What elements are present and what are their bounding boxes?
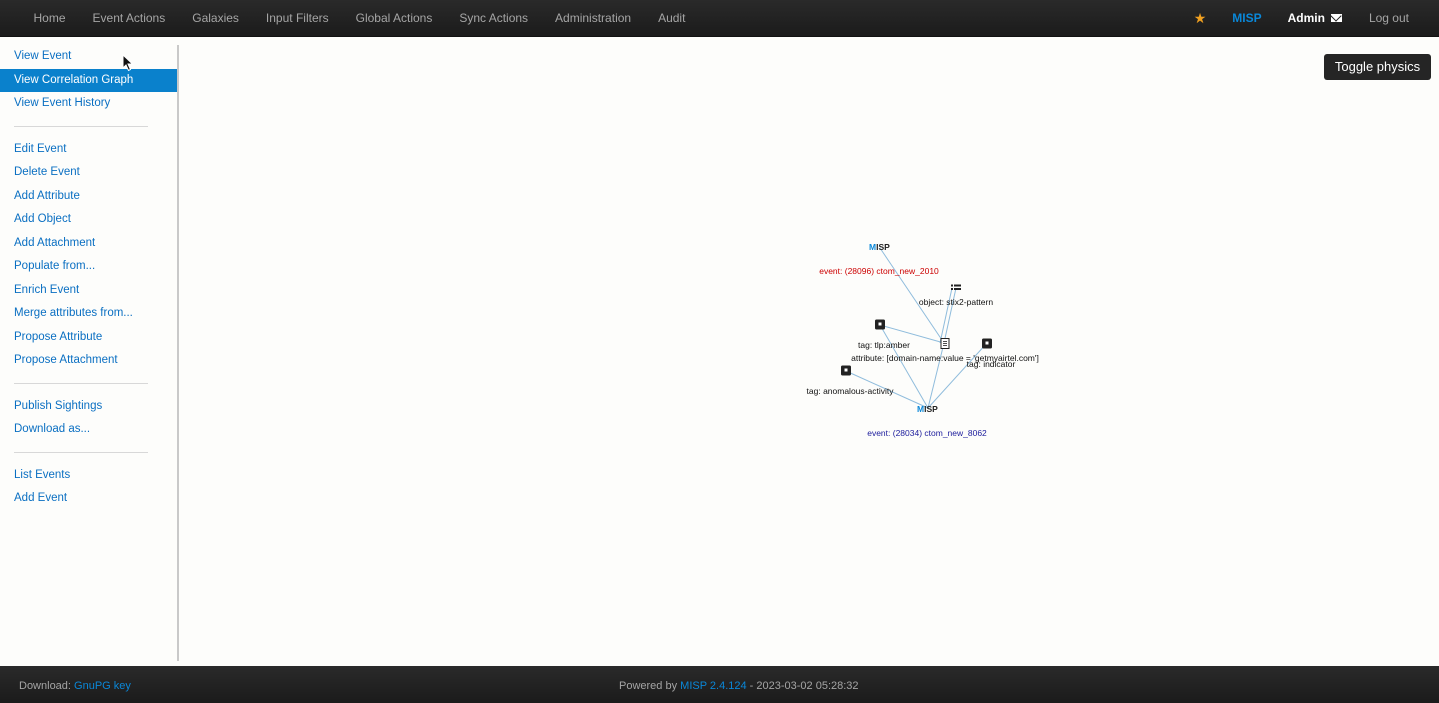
sidebar-item-list-events[interactable]: List Events [0, 464, 177, 488]
sidebar-item-propose-attribute[interactable]: Propose Attribute [0, 326, 177, 350]
event-node-top[interactable]: MISP event: (28096) ctom_new_2010 [819, 242, 939, 276]
object-node-label: object: stix2-pattern [919, 297, 993, 307]
misp-logo-icon: MISP [917, 404, 938, 414]
admin-user-link[interactable]: Admin [1288, 11, 1325, 25]
list-icon [951, 284, 961, 290]
sidebar-item-merge-attributes[interactable]: Merge attributes from... [0, 302, 177, 326]
sidebar-item-populate-from[interactable]: Populate from... [0, 255, 177, 279]
tag-node-label: tag: indicator [967, 359, 1016, 369]
event-node-bottom[interactable]: MISP event: (28034) ctom_new_8062 [867, 404, 987, 438]
sidebar-item-download-as[interactable]: Download as... [0, 418, 177, 442]
mouse-cursor-icon [122, 54, 134, 72]
sidebar-item-enrich-event[interactable]: Enrich Event [0, 279, 177, 303]
footer-powered-by: Powered by MISP 2.4.124 - 2023-03-02 05:… [619, 680, 859, 692]
footer: Download: GnuPG key Powered by MISP 2.4.… [0, 666, 1439, 703]
sidebar-item-view-event-history[interactable]: View Event History [0, 92, 177, 116]
tag-node-tlp-amber[interactable]: tag: tlp:amber [858, 319, 910, 351]
nav-galaxies[interactable]: Galaxies [179, 0, 253, 36]
logout-link[interactable]: Log out [1369, 11, 1409, 25]
sidebar-divider [14, 382, 148, 384]
sidebar-item-add-attachment[interactable]: Add Attachment [0, 232, 177, 256]
footer-download: Download: GnuPG key [19, 680, 131, 692]
tag-node-label: tag: tlp:amber [858, 340, 910, 350]
correlation-graph[interactable]: MISP event: (28096) ctom_new_2010 object… [780, 230, 1080, 450]
star-icon[interactable]: ★ [1194, 10, 1207, 27]
misp-version-link[interactable]: MISP 2.4.124 [680, 680, 746, 692]
toggle-physics-button[interactable]: Toggle physics [1324, 54, 1431, 80]
top-navbar: Home Event Actions Galaxies Input Filter… [0, 0, 1439, 37]
sidebar-item-edit-event[interactable]: Edit Event [0, 138, 177, 162]
powered-by-label: Powered by [619, 680, 678, 692]
nav-administration[interactable]: Administration [542, 0, 645, 36]
nav-global-actions[interactable]: Global Actions [342, 0, 446, 36]
graph-edge [879, 247, 945, 344]
user-menu: ★ MISP Admin Log out [1194, 0, 1439, 36]
sidebar-item-delete-event[interactable]: Delete Event [0, 161, 177, 185]
object-node[interactable]: object: stix2-pattern [919, 284, 993, 308]
misp-brand-link[interactable]: MISP [1232, 11, 1261, 25]
misp-logo-icon: MISP [869, 242, 890, 252]
event-node-label: event: (28034) ctom_new_8062 [867, 428, 987, 438]
nav-home[interactable]: Home [20, 0, 79, 36]
footer-timestamp: - 2023-03-02 05:28:32 [749, 680, 859, 692]
envelope-icon[interactable] [1330, 14, 1342, 22]
nav-audit[interactable]: Audit [645, 0, 699, 36]
sidebar-item-view-correlation-graph[interactable]: View Correlation Graph [0, 68, 177, 92]
gnupg-key-link[interactable]: GnuPG key [74, 680, 131, 692]
sidebar-divider [14, 451, 148, 453]
nav-event-actions[interactable]: Event Actions [79, 0, 179, 36]
event-node-label: event: (28096) ctom_new_2010 [819, 266, 939, 276]
sidebar-item-add-event[interactable]: Add Event [0, 487, 177, 511]
tag-node-label: tag: anomalous-activity [807, 386, 895, 396]
sidebar-item-publish-sightings[interactable]: Publish Sightings [0, 395, 177, 419]
footer-download-label: Download: [19, 680, 71, 692]
sidebar-item-add-attribute[interactable]: Add Attribute [0, 185, 177, 209]
sidebar-divider [14, 125, 148, 127]
nav-input-filters[interactable]: Input Filters [252, 0, 342, 36]
tag-node-anomalous-activity[interactable]: tag: anomalous-activity [807, 365, 895, 397]
sidebar-item-propose-attachment[interactable]: Propose Attachment [0, 349, 177, 373]
main-menu: Home Event Actions Galaxies Input Filter… [20, 0, 699, 36]
nav-sync-actions[interactable]: Sync Actions [446, 0, 542, 36]
sidebar-item-view-event[interactable]: View Event [0, 45, 177, 69]
event-sidebar: View Event View Correlation Graph View E… [0, 45, 179, 661]
sidebar-item-add-object[interactable]: Add Object [0, 208, 177, 232]
